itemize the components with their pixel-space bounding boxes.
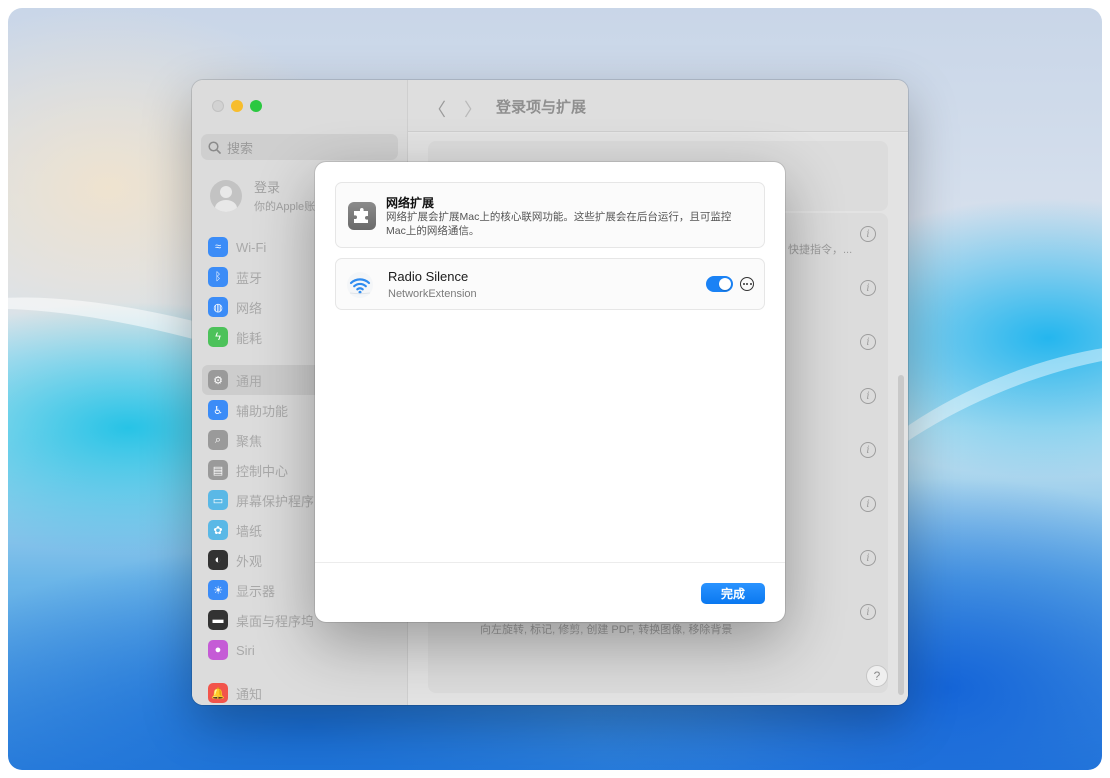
siri-icon: ●: [208, 640, 228, 660]
spotlight-icon: ⌕: [208, 430, 228, 450]
network-extensions-sheet: 网络扩展 网络扩展会扩展Mac上的核心联网功能。这些扩展会在后台运行，且可监控M…: [315, 162, 785, 622]
account-subtitle: 你的Apple账: [254, 201, 316, 213]
info-icon[interactable]: i: [860, 550, 876, 566]
globe-icon: ◍: [208, 297, 228, 317]
back-chevron-icon[interactable]: 〈: [428, 96, 446, 122]
sidebar-item-label: 显示器: [236, 583, 276, 599]
info-icon[interactable]: i: [860, 334, 876, 350]
sheet-footer-divider: [315, 562, 785, 563]
sidebar-item-label: 蓝牙: [236, 270, 263, 286]
sidebar-item-label: 通知: [236, 686, 263, 702]
zoom-window-button[interactable]: [250, 100, 262, 112]
info-icon[interactable]: i: [860, 388, 876, 404]
display-icon: ☀: [208, 580, 228, 600]
more-options-icon[interactable]: [740, 277, 754, 291]
info-icon[interactable]: i: [860, 280, 876, 296]
sidebar-item-label: Wi-Fi: [236, 239, 267, 255]
section-title: 网络扩展: [386, 196, 435, 210]
extension-type: NetworkExtension: [388, 288, 477, 300]
row-subtitle: 向左旋转, 标记, 修剪, 创建 PDF, 转换图像, 移除背景: [480, 624, 733, 636]
minimize-window-button[interactable]: [231, 100, 243, 112]
appearance-icon: ◐: [208, 550, 228, 570]
window-toolbar: 〈 〉 登录项与扩展: [408, 80, 908, 132]
sidebar-item-label: 网络: [236, 300, 263, 316]
sidebar-item-label: 聚焦: [236, 433, 263, 449]
row-subtitle: 快捷指令，...: [788, 244, 853, 256]
sidebar-item-label: 屏幕保护程序: [236, 493, 315, 509]
apple-account[interactable]: 登录 你的Apple账: [210, 177, 315, 214]
sidebar-item-label: 外观: [236, 553, 263, 569]
close-window-button[interactable]: [212, 100, 224, 112]
accessibility-icon: ♿: [208, 400, 228, 420]
search-icon: [208, 140, 221, 154]
wallpaper-icon: ✿: [208, 520, 228, 540]
extension-row: Radio Silence NetworkExtension: [335, 258, 765, 310]
forward-chevron-icon[interactable]: 〉: [464, 96, 482, 122]
sidebar-item-label: 控制中心: [236, 463, 289, 479]
sidebar-item-label: Siri: [236, 642, 255, 658]
section-description: 网络扩展会扩展Mac上的核心联网功能。这些扩展会在后台运行，且可监控Mac上的网…: [386, 211, 732, 237]
info-icon[interactable]: i: [860, 496, 876, 512]
gear-icon: ⚙: [208, 370, 228, 390]
notification-icon: 🔔: [208, 683, 228, 703]
network-extensions-header: 网络扩展 网络扩展会扩展Mac上的核心联网功能。这些扩展会在后台运行，且可监控M…: [335, 182, 765, 248]
page-title: 登录项与扩展: [496, 99, 587, 116]
done-button[interactable]: 完成: [701, 583, 765, 604]
search-placeholder: 搜索: [227, 140, 254, 156]
sidebar-item-siri[interactable]: ● Siri: [202, 635, 399, 665]
sidebar-item-label: 桌面与程序坞: [236, 613, 315, 629]
sidebar-search-field[interactable]: 搜索: [201, 134, 398, 160]
screensaver-icon: ▭: [208, 490, 228, 510]
control-center-icon: ▤: [208, 460, 228, 480]
traffic-lights: [212, 100, 262, 112]
sidebar-item-label: 墙纸: [236, 523, 263, 539]
sidebar-item-notifications[interactable]: 🔔 通知: [202, 678, 399, 705]
sidebar-item-label: 能耗: [236, 330, 263, 346]
extension-enable-toggle[interactable]: [706, 276, 733, 292]
scrollbar[interactable]: [898, 375, 904, 695]
extension-puzzle-icon: [348, 202, 376, 230]
info-icon[interactable]: i: [860, 604, 876, 620]
radio-silence-app-icon: [347, 272, 373, 298]
info-icon[interactable]: i: [860, 442, 876, 458]
sidebar-item-label: 辅助功能: [236, 403, 289, 419]
wifi-icon: ≈: [208, 237, 228, 257]
battery-icon: ϟ: [208, 327, 228, 347]
toggle-knob: [719, 278, 731, 290]
sidebar-item-label: 通用: [236, 373, 263, 389]
avatar: [210, 179, 242, 212]
info-icon[interactable]: i: [860, 226, 876, 242]
bluetooth-icon: ᛒ: [208, 267, 228, 287]
help-button[interactable]: ?: [866, 665, 888, 687]
dock-icon: ▬: [208, 610, 228, 630]
extension-name: Radio Silence: [388, 269, 469, 284]
account-name: 登录: [254, 180, 281, 195]
